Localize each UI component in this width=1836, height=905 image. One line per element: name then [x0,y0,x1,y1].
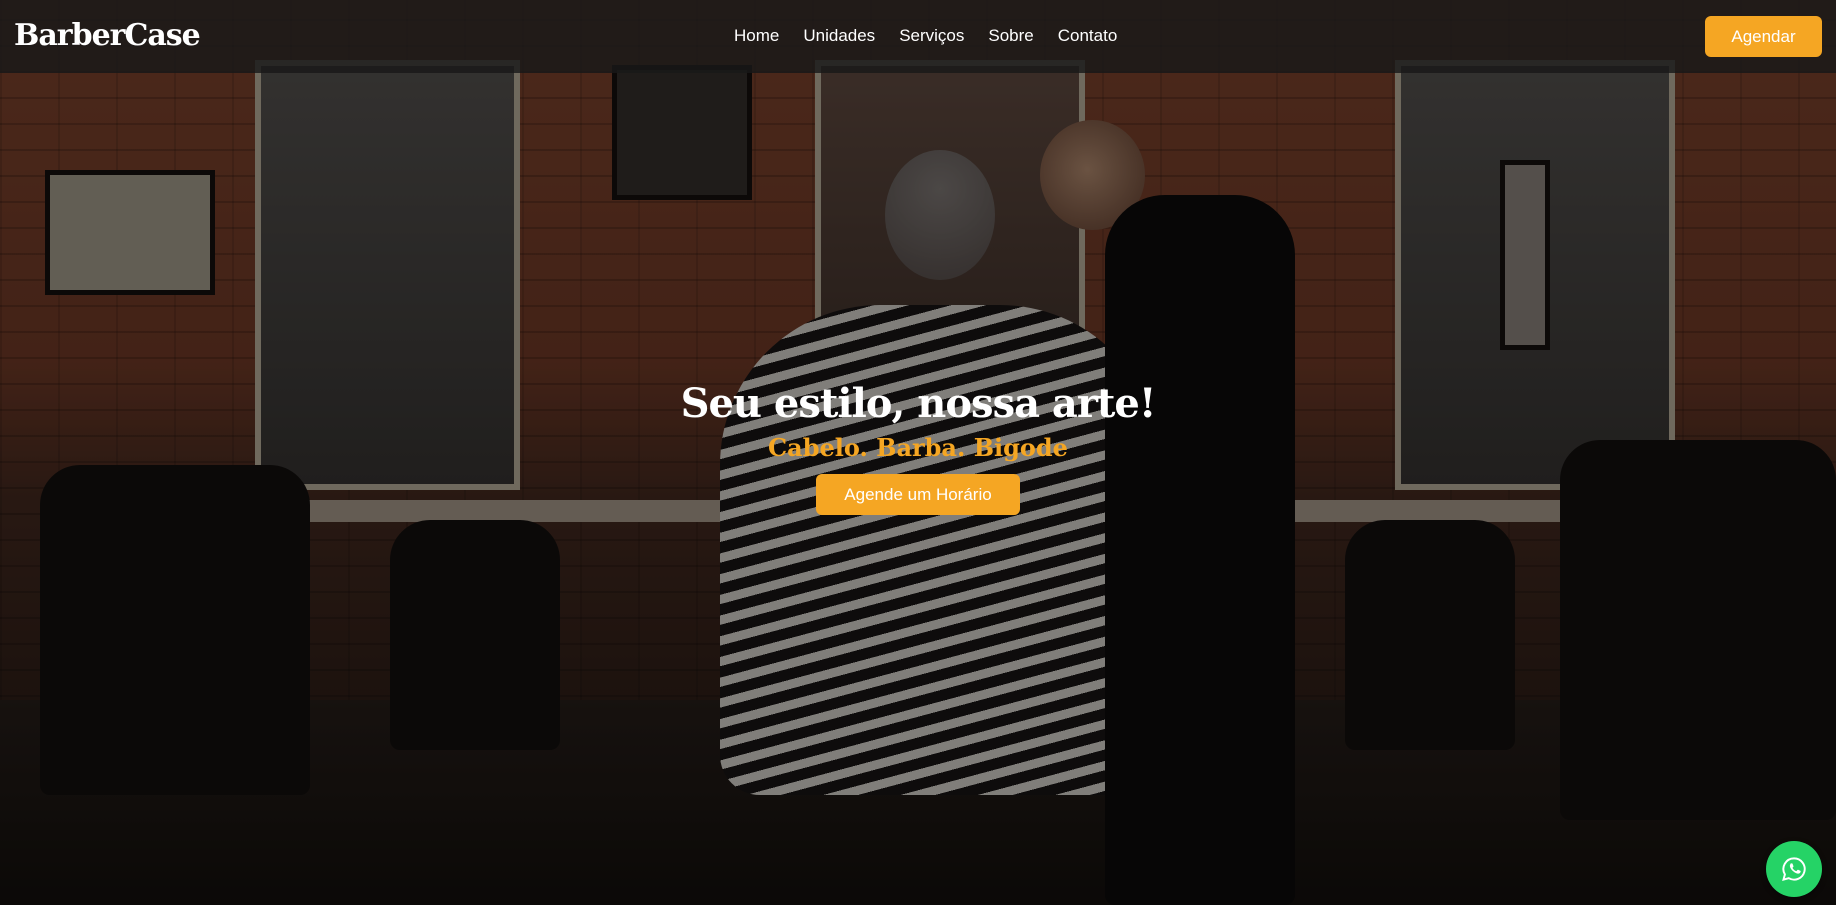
hero-section: Seu estilo, nossa arte! Cabelo. Barba. B… [0,0,1836,905]
hero-title: Seu estilo, nossa arte! [680,380,1157,427]
nav-links: Home Unidades Serviços Sobre Contato [734,26,1141,46]
hero-content: Seu estilo, nossa arte! Cabelo. Barba. B… [0,380,1836,515]
whatsapp-icon [1782,857,1806,881]
top-navbar: BarberCase Home Unidades Serviços Sobre … [0,0,1836,73]
whatsapp-button[interactable] [1766,841,1822,897]
hero-subtitle: Cabelo. Barba. Bigode [768,433,1068,462]
schedule-appointment-button[interactable]: Agende um Horário [816,474,1020,515]
nav-link-servicos[interactable]: Serviços [899,26,964,46]
nav-link-contato[interactable]: Contato [1058,26,1118,46]
site-logo[interactable]: BarberCase [14,18,201,53]
nav-link-home[interactable]: Home [734,26,779,46]
nav-link-unidades[interactable]: Unidades [803,26,875,46]
nav-link-sobre[interactable]: Sobre [988,26,1033,46]
agendar-button[interactable]: Agendar [1705,16,1822,57]
